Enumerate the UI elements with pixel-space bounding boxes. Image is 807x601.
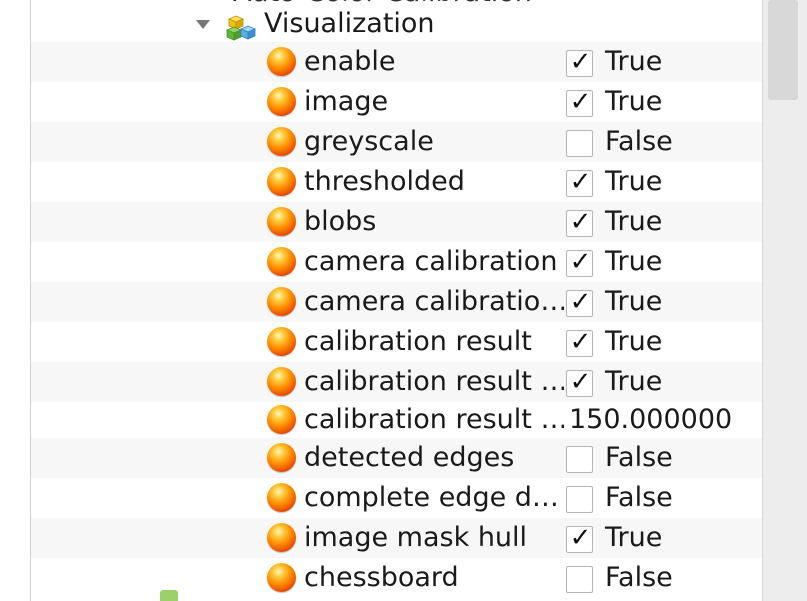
item-label: enable — [304, 46, 396, 77]
item-value: False — [605, 442, 673, 473]
tree-item-calibration-result-2[interactable]: calibration result … ✓ True — [31, 362, 762, 402]
tree-item-enable[interactable]: enable ✓ True — [31, 42, 762, 82]
vertical-scrollbar[interactable] — [762, 0, 807, 601]
item-label: thresholded — [304, 166, 465, 197]
check-mark-icon: ✓ — [569, 87, 592, 117]
checkbox[interactable]: ✓ — [566, 327, 593, 357]
item-label: complete edge d… — [304, 482, 559, 513]
item-label: calibration result — [304, 326, 532, 357]
item-label: camera calibration — [304, 246, 558, 277]
item-label: image — [304, 86, 389, 117]
orange-orb-icon — [267, 483, 296, 512]
item-value: True — [605, 326, 663, 357]
orange-orb-icon — [267, 563, 296, 592]
orange-orb-icon — [267, 247, 296, 276]
orange-orb-icon — [267, 523, 296, 552]
item-label: camera calibratio… — [304, 286, 564, 317]
checkbox[interactable]: ✓ — [566, 87, 593, 117]
orange-orb-icon — [267, 443, 296, 472]
item-value: True — [605, 366, 663, 397]
item-label: calibration result … — [304, 366, 564, 397]
item-value: False — [605, 482, 673, 513]
checkbox[interactable]: ✓ — [566, 523, 593, 553]
tree-item-blobs[interactable]: blobs ✓ True — [31, 202, 762, 242]
checkbox[interactable]: ✓ — [566, 367, 593, 397]
item-value: True — [605, 522, 663, 553]
checkbox[interactable]: ✓ — [566, 207, 593, 237]
item-value: True — [605, 86, 663, 117]
check-mark-icon: ✓ — [569, 207, 592, 237]
orange-orb-icon — [267, 405, 296, 434]
checkbox[interactable] — [566, 566, 593, 593]
item-label: greyscale — [304, 126, 434, 157]
tree-item-image[interactable]: image ✓ True — [31, 82, 762, 122]
orange-orb-icon — [267, 367, 296, 396]
tree-item-camera-calibration-2[interactable]: camera calibratio… ✓ True — [31, 282, 762, 322]
tree-item-complete-edge[interactable]: complete edge d… False — [31, 478, 762, 518]
item-label: detected edges — [304, 442, 515, 473]
item-label: blobs — [304, 206, 377, 237]
cubes-icon — [226, 15, 257, 41]
tree-item-image-mask-hull[interactable]: image mask hull ✓ True — [31, 518, 762, 558]
tree-item-calibration-result[interactable]: calibration result ✓ True — [31, 322, 762, 362]
checkbox[interactable]: ✓ — [566, 167, 593, 197]
checkbox[interactable] — [566, 446, 593, 473]
check-mark-icon: ✓ — [569, 523, 592, 553]
checkbox[interactable] — [566, 130, 593, 157]
item-value: True — [605, 286, 663, 317]
orange-orb-icon — [267, 87, 296, 116]
item-label: image mask hull — [304, 522, 528, 553]
item-label: calibration result … — [304, 404, 564, 435]
check-mark-icon: ✓ — [569, 367, 592, 397]
check-mark-icon: ✓ — [569, 47, 592, 77]
orange-orb-icon — [267, 167, 296, 196]
orange-orb-icon — [267, 207, 296, 236]
orange-orb-icon — [267, 127, 296, 156]
scrollbar-thumb[interactable] — [768, 0, 798, 100]
item-value: True — [605, 206, 663, 237]
number-value[interactable]: 150.000000 — [569, 402, 732, 438]
check-mark-icon: ✓ — [569, 247, 592, 277]
tree-item-detected-edges[interactable]: detected edges False — [31, 438, 762, 478]
tree-item-thresholded[interactable]: thresholded ✓ True — [31, 162, 762, 202]
item-value: False — [605, 562, 673, 593]
tree-group-visualization[interactable]: Visualization — [31, 4, 762, 44]
checkbox[interactable]: ✓ — [566, 287, 593, 317]
item-value: True — [605, 246, 663, 277]
partial-next-item-icon — [160, 590, 178, 601]
expand-arrow-icon[interactable] — [196, 20, 210, 29]
checkbox[interactable]: ✓ — [566, 47, 593, 77]
item-label: chessboard — [304, 562, 459, 593]
orange-orb-icon — [267, 327, 296, 356]
tree-item-calibration-result-3[interactable]: calibration result … 150.000000 — [31, 402, 762, 438]
tree-item-greyscale[interactable]: greyscale False — [31, 122, 762, 162]
item-value: True — [605, 166, 663, 197]
group-label: Visualization — [264, 8, 435, 39]
orange-orb-icon — [267, 47, 296, 76]
check-mark-icon: ✓ — [569, 167, 592, 197]
tree-item-camera-calibration[interactable]: camera calibration ✓ True — [31, 242, 762, 282]
property-tree[interactable]: Auto-Color Calibration Visualization ena… — [0, 0, 762, 601]
item-value: True — [605, 46, 663, 77]
orange-orb-icon — [267, 287, 296, 316]
checkbox[interactable] — [566, 486, 593, 513]
check-mark-icon: ✓ — [569, 327, 592, 357]
item-value: False — [605, 126, 673, 157]
tree-item-chessboard[interactable]: chessboard False — [31, 558, 762, 598]
checkbox[interactable]: ✓ — [566, 247, 593, 277]
check-mark-icon: ✓ — [569, 287, 592, 317]
